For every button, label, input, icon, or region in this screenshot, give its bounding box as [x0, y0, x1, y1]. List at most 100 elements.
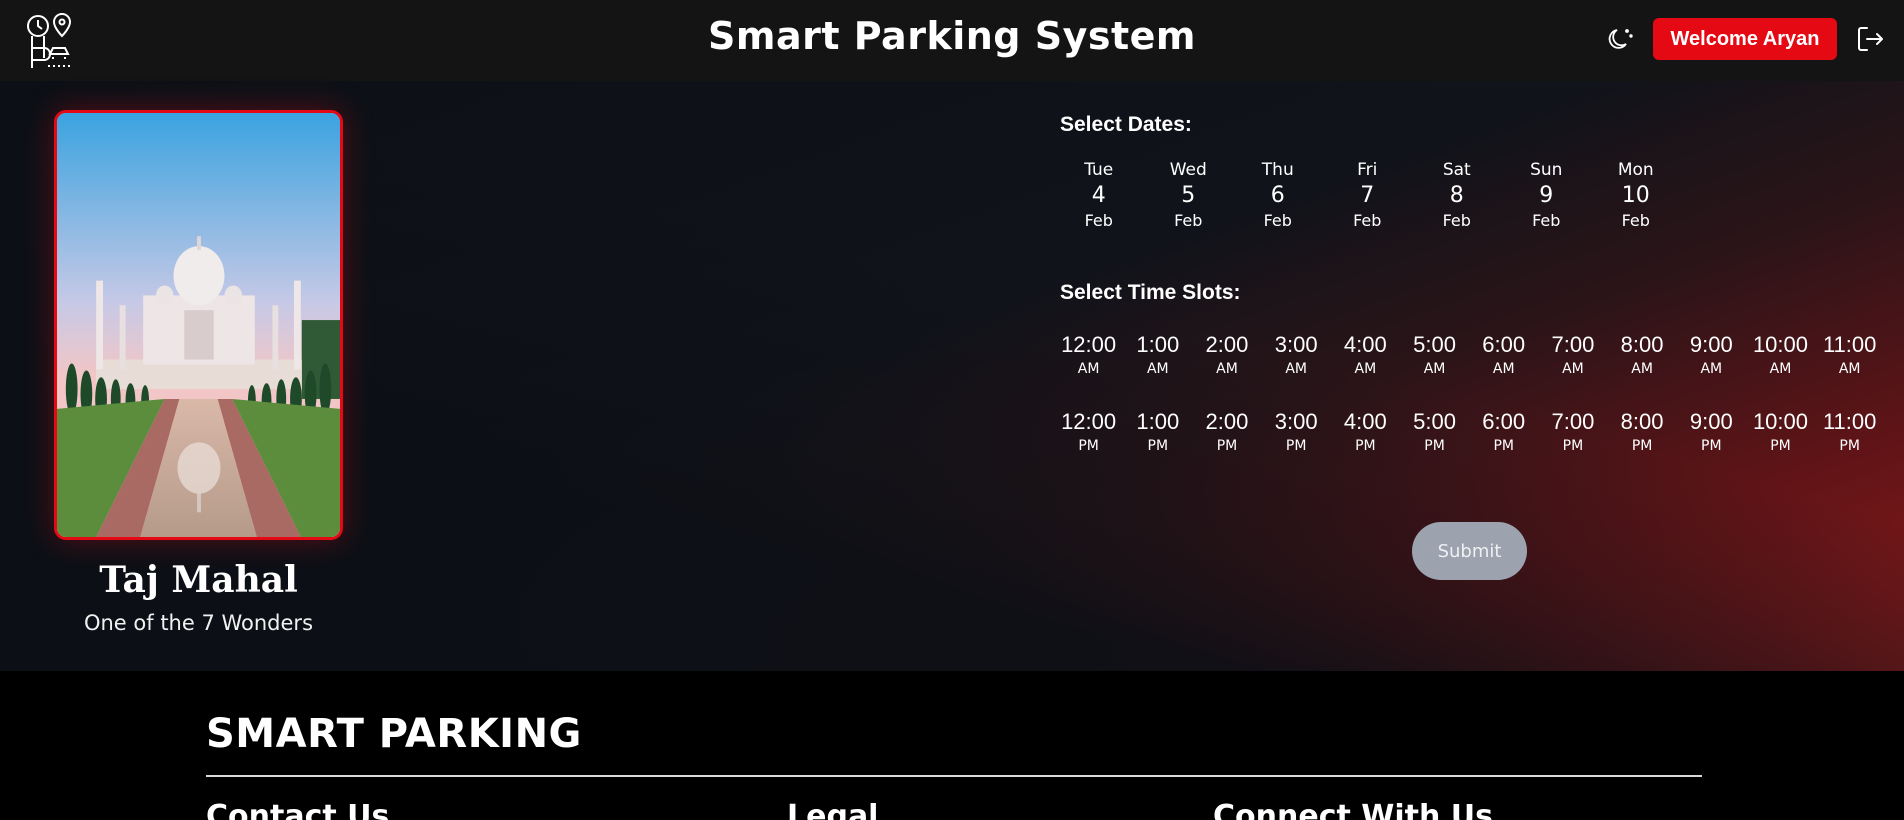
- slot-time: 3:00: [1274, 332, 1318, 357]
- time-slot[interactable]: 10:00 PM: [1746, 408, 1815, 456]
- pm-time-slots: 12:00 PM 1:00 PM 2:00 PM 3:00 PM 4:00 PM 5:00…: [1054, 408, 1884, 456]
- date-number: 9: [1539, 183, 1554, 208]
- date-option[interactable]: Thu 6 Feb: [1233, 159, 1323, 231]
- slot-period: AM: [1838, 361, 1861, 377]
- welcome-user-button[interactable]: Welcome Aryan: [1653, 18, 1837, 60]
- date-number: 5: [1181, 183, 1196, 208]
- time-slot[interactable]: 12:00 PM: [1054, 408, 1123, 456]
- date-day: Thu: [1261, 160, 1294, 180]
- time-slot[interactable]: 6:00 AM: [1469, 331, 1538, 379]
- footer-divider: [206, 775, 1702, 777]
- date-number: 4: [1091, 183, 1106, 208]
- slot-time: 11:00: [1822, 332, 1877, 357]
- slot-period: AM: [1492, 361, 1515, 377]
- date-month: Feb: [1174, 211, 1203, 230]
- time-slot[interactable]: 11:00 AM: [1815, 331, 1884, 379]
- slot-time: 9:00: [1689, 332, 1733, 357]
- date-option[interactable]: Mon 10 Feb: [1591, 159, 1681, 231]
- date-month: Feb: [1263, 211, 1292, 230]
- select-time-slots-label: Select Time Slots:: [1060, 281, 1241, 304]
- time-slot[interactable]: 9:00 AM: [1677, 331, 1746, 379]
- date-picker: Tue 4 Feb Wed 5 Feb Thu 6 Feb Fri 7 Feb …: [1054, 159, 1681, 231]
- time-slot[interactable]: 5:00 AM: [1400, 331, 1469, 379]
- slot-period: PM: [1355, 438, 1376, 454]
- time-slot[interactable]: 7:00 PM: [1538, 408, 1607, 456]
- slot-time: 2:00: [1205, 332, 1249, 357]
- time-slot[interactable]: 1:00 PM: [1123, 408, 1192, 456]
- date-number: 7: [1360, 183, 1375, 208]
- time-slot[interactable]: 10:00 AM: [1746, 331, 1815, 379]
- slot-time: 7:00: [1551, 332, 1595, 357]
- time-slot[interactable]: 7:00 AM: [1538, 331, 1607, 379]
- slot-time: 8:00: [1620, 409, 1664, 434]
- slot-period: AM: [1146, 361, 1169, 377]
- booking-section: Taj Mahal One of the 7 Wonders Select Da…: [0, 81, 1904, 671]
- date-option[interactable]: Sat 8 Feb: [1412, 159, 1502, 231]
- place-subtitle: One of the 7 Wonders: [83, 611, 314, 635]
- select-dates-label: Select Dates:: [1060, 113, 1192, 136]
- date-option[interactable]: Fri 7 Feb: [1323, 159, 1413, 231]
- time-slot[interactable]: 3:00 PM: [1262, 408, 1331, 456]
- slot-time: 12:00: [1061, 332, 1117, 357]
- slot-period: AM: [1769, 361, 1792, 377]
- slot-period: AM: [1216, 361, 1238, 377]
- date-month: Feb: [1621, 211, 1650, 230]
- slot-time: 1:00: [1136, 409, 1180, 434]
- time-slot[interactable]: 1:00 AM: [1123, 331, 1192, 379]
- time-slot[interactable]: 4:00 PM: [1331, 408, 1400, 456]
- date-option[interactable]: Sun 9 Feb: [1502, 159, 1592, 231]
- place-title: Taj Mahal: [99, 559, 298, 601]
- slot-time: 4:00: [1343, 409, 1387, 434]
- submit-button[interactable]: Submit: [1412, 522, 1527, 580]
- slot-period: AM: [1285, 361, 1307, 377]
- time-slot[interactable]: 9:00 PM: [1677, 408, 1746, 456]
- slot-period: AM: [1077, 361, 1100, 377]
- date-month: Feb: [1442, 211, 1471, 230]
- date-day: Mon: [1617, 160, 1654, 180]
- slot-time: 7:00: [1551, 409, 1595, 434]
- time-slot[interactable]: 6:00 PM: [1469, 408, 1538, 456]
- time-slot[interactable]: 5:00 PM: [1400, 408, 1469, 456]
- slot-period: AM: [1631, 361, 1653, 377]
- slot-period: PM: [1285, 438, 1307, 454]
- date-day: Wed: [1169, 160, 1207, 180]
- time-slot[interactable]: 2:00 AM: [1192, 331, 1261, 379]
- logout-icon[interactable]: [1855, 24, 1885, 54]
- slot-period: PM: [1839, 438, 1860, 454]
- slot-time: 8:00: [1620, 332, 1664, 357]
- moon-icon[interactable]: [1607, 25, 1635, 53]
- time-slot[interactable]: 4:00 AM: [1331, 331, 1400, 379]
- date-month: Feb: [1084, 211, 1113, 230]
- slot-time: 9:00: [1689, 409, 1733, 434]
- slot-time: 4:00: [1343, 332, 1387, 357]
- time-slot[interactable]: 2:00 PM: [1192, 408, 1261, 456]
- slot-period: PM: [1701, 438, 1722, 454]
- slot-period: PM: [1493, 438, 1514, 454]
- top-navbar: Smart Parking System Welcome Aryan: [0, 0, 1904, 81]
- time-slot[interactable]: 12:00 AM: [1054, 331, 1123, 379]
- slot-period: PM: [1770, 438, 1791, 454]
- footer-heading-legal: Legal: [787, 799, 879, 820]
- place-photo: [54, 110, 343, 540]
- date-day: Sun: [1530, 160, 1563, 180]
- time-slot[interactable]: 8:00 AM: [1608, 331, 1677, 379]
- slot-period: PM: [1078, 438, 1099, 454]
- slot-time: 10:00: [1752, 332, 1808, 357]
- time-slot[interactable]: 11:00 PM: [1815, 408, 1884, 456]
- slot-time: 11:00: [1822, 409, 1877, 434]
- time-slot[interactable]: 8:00 PM: [1608, 408, 1677, 456]
- footer-heading-connect: Connect With Us: [1213, 799, 1493, 820]
- date-number: 10: [1621, 183, 1650, 208]
- time-slot[interactable]: 3:00 AM: [1262, 331, 1331, 379]
- date-day: Tue: [1084, 160, 1114, 180]
- slot-period: AM: [1562, 361, 1584, 377]
- slot-period: AM: [1354, 361, 1377, 377]
- footer: SMART PARKING Contact Us Legal Connect W…: [0, 671, 1904, 820]
- slot-period: PM: [1147, 438, 1169, 454]
- slot-period: AM: [1423, 361, 1446, 377]
- date-option[interactable]: Tue 4 Feb: [1054, 159, 1144, 231]
- slot-time: 5:00: [1413, 409, 1456, 434]
- slot-time: 6:00: [1482, 409, 1526, 434]
- date-option[interactable]: Wed 5 Feb: [1144, 159, 1234, 231]
- am-time-slots: 12:00 AM 1:00 AM 2:00 AM 3:00 AM 4:00 AM 5:00…: [1054, 331, 1884, 379]
